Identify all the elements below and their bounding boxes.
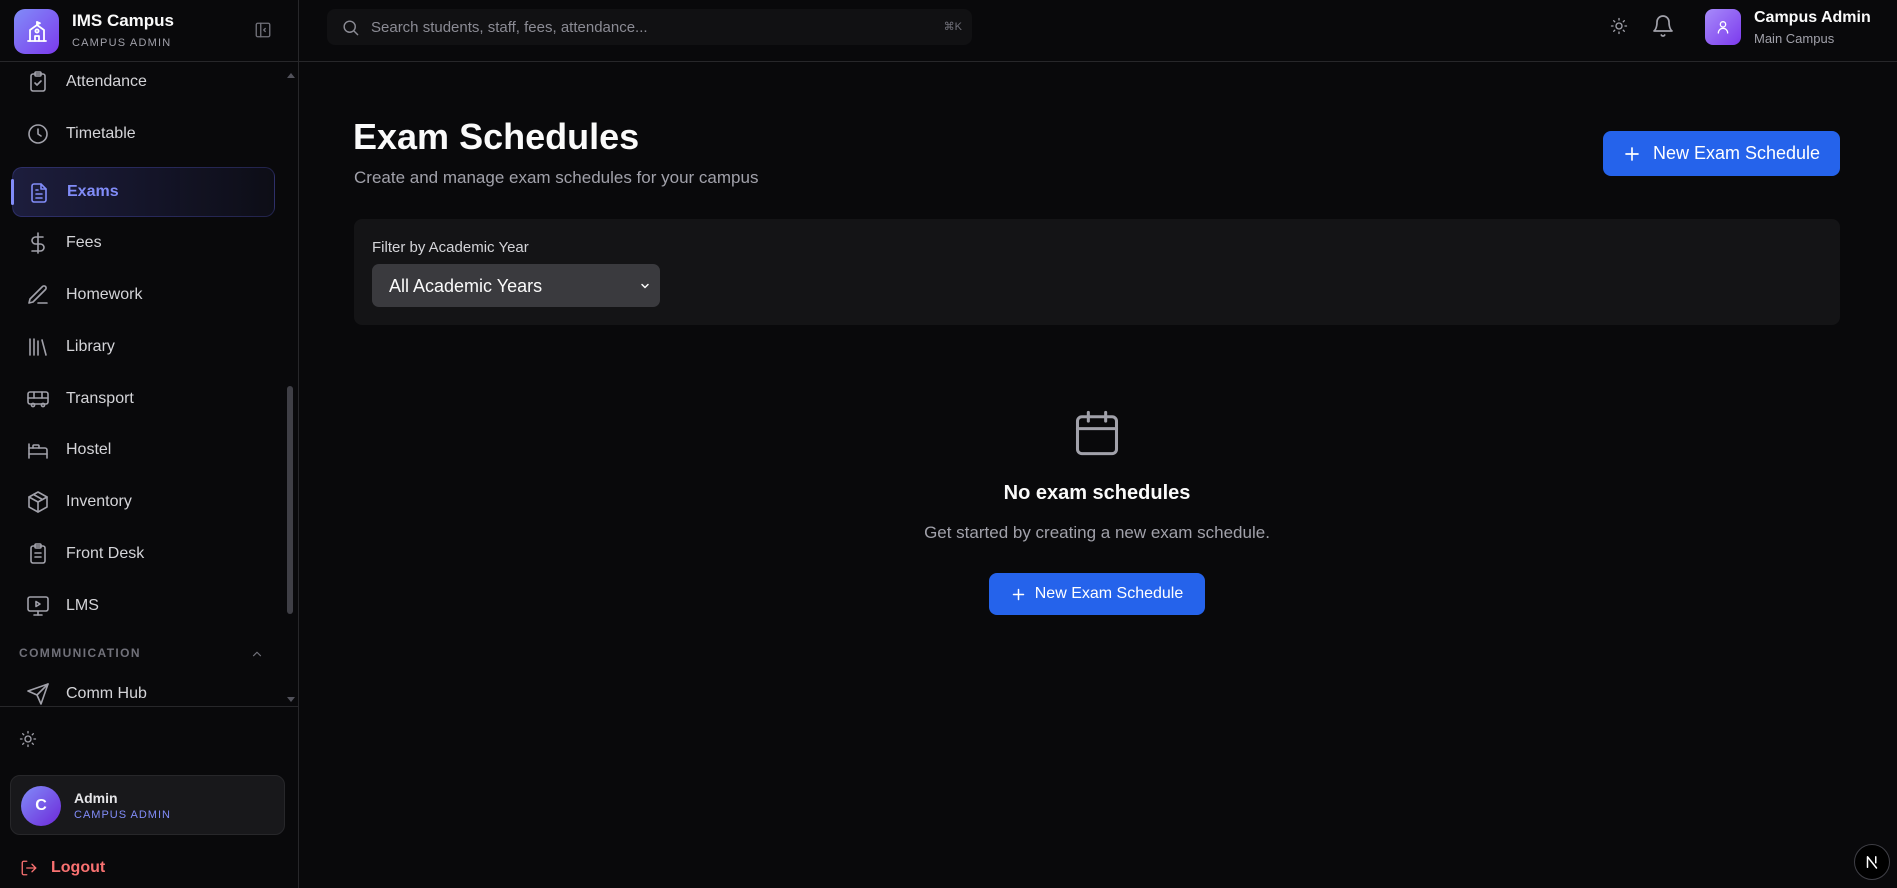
bell-icon[interactable]	[1651, 14, 1675, 38]
brand-header: IMS Campus CAMPUS ADMIN	[0, 0, 298, 62]
profile-role: CAMPUS ADMIN	[74, 809, 171, 821]
plus-icon	[1623, 145, 1641, 163]
sidebar-item-label: Timetable	[66, 125, 136, 142]
send-icon	[26, 682, 50, 705]
sidebar-item-hostel[interactable]: Hostel	[12, 425, 275, 475]
pen-icon	[26, 283, 50, 307]
bed-icon	[26, 438, 50, 462]
logout-label: Logout	[51, 859, 106, 876]
chevron-up-icon[interactable]	[250, 647, 264, 661]
sidebar-item-label: Fees	[66, 234, 102, 251]
page-subtitle: Create and manage exam schedules for you…	[354, 168, 759, 187]
sidebar-item-label: Front Desk	[66, 545, 145, 562]
plus-icon	[1011, 587, 1026, 602]
sidebar-item-label: Inventory	[66, 493, 132, 510]
file-text-icon	[27, 181, 51, 205]
search-input[interactable]	[371, 9, 891, 45]
sidebar-item-inventory[interactable]: Inventory	[12, 477, 275, 527]
nextjs-devtools-icon[interactable]	[1854, 844, 1890, 880]
user-name[interactable]: Campus Admin	[1754, 9, 1871, 27]
sun-icon[interactable]	[19, 730, 37, 748]
user-campus: Main Campus	[1754, 31, 1835, 46]
sidebar-item-homework[interactable]: Homework	[12, 270, 275, 320]
calendar-icon	[1071, 406, 1123, 460]
profile-name: Admin	[74, 790, 118, 806]
clipboard-check-icon	[26, 70, 50, 94]
scrollbar-up-arrow[interactable]	[287, 73, 295, 78]
sidebar: IMS Campus CAMPUS ADMIN Attendance Timet…	[0, 0, 299, 888]
clipboard-list-icon	[26, 542, 50, 566]
clock-icon	[26, 122, 50, 146]
button-label: New Exam Schedule	[1034, 585, 1184, 602]
sidebar-item-attendance[interactable]: Attendance	[12, 63, 275, 107]
profile-card[interactable]: C Admin CAMPUS ADMIN	[10, 775, 285, 835]
sidebar-item-front-desk[interactable]: Front Desk	[12, 529, 275, 579]
sidebar-scrollbar-thumb[interactable]	[287, 386, 293, 614]
sidebar-item-label: Attendance	[66, 73, 147, 90]
search-icon	[341, 18, 360, 37]
sidebar-item-label: Comm Hub	[66, 685, 147, 702]
avatar: C	[21, 786, 61, 826]
brand-role: CAMPUS ADMIN	[72, 37, 172, 49]
monitor-play-icon	[26, 594, 50, 618]
sidebar-item-lms[interactable]: LMS	[12, 581, 275, 631]
search-box[interactable]: ⌘K	[327, 9, 972, 45]
academic-year-value: All Academic Years	[389, 276, 543, 296]
brand-name: IMS Campus	[72, 11, 175, 30]
academic-year-select[interactable]: All Academic Years	[372, 264, 660, 307]
filter-label: Filter by Academic Year	[372, 239, 529, 256]
new-exam-schedule-button[interactable]: New Exam Schedule	[1603, 131, 1840, 176]
user-avatar[interactable]	[1705, 9, 1741, 45]
filter-card: Filter by Academic Year All Academic Yea…	[354, 219, 1840, 325]
library-icon	[26, 335, 50, 359]
sidebar-nav: Attendance Timetable Exams Fees Homework	[0, 63, 298, 705]
bus-icon	[26, 387, 50, 411]
search-shortcut: ⌘K	[943, 21, 962, 33]
scrollbar-down-arrow[interactable]	[287, 697, 295, 702]
sidebar-divider	[0, 706, 298, 707]
sidebar-item-label: LMS	[66, 597, 99, 614]
page-title: Exam Schedules	[353, 116, 640, 157]
sidebar-item-label: Homework	[66, 286, 143, 303]
sidebar-item-transport[interactable]: Transport	[12, 374, 275, 424]
school-logo-icon	[14, 9, 59, 54]
sidebar-item-exams[interactable]: Exams	[11, 167, 275, 217]
logout-button[interactable]: Logout	[20, 858, 105, 878]
sidebar-item-comm-hub[interactable]: Comm Hub	[12, 669, 275, 705]
sidebar-collapse-icon[interactable]	[254, 21, 274, 41]
chevron-down-icon	[639, 280, 651, 292]
section-header-communication[interactable]: COMMUNICATION	[19, 646, 141, 660]
sidebar-item-library[interactable]: Library	[12, 322, 275, 372]
sidebar-item-label: Hostel	[66, 441, 112, 458]
dollar-icon	[26, 231, 50, 255]
sidebar-item-timetable[interactable]: Timetable	[12, 109, 275, 159]
sidebar-item-label: Transport	[66, 390, 134, 407]
sidebar-item-label: Exams	[67, 183, 119, 200]
top-bar: ⌘K Campus Admin Main Campus	[299, 0, 1897, 62]
empty-state-new-exam-schedule-button[interactable]: New Exam Schedule	[989, 573, 1205, 615]
package-icon	[26, 490, 50, 514]
logout-icon	[20, 859, 38, 877]
sidebar-item-fees[interactable]: Fees	[12, 218, 275, 268]
sun-icon[interactable]	[1610, 17, 1628, 35]
button-label: New Exam Schedule	[1652, 143, 1821, 163]
empty-state-title: No exam schedules	[1003, 482, 1191, 504]
empty-state-subtitle: Get started by creating a new exam sched…	[924, 523, 1270, 542]
sidebar-item-label: Library	[66, 338, 115, 355]
user-icon	[1715, 19, 1731, 35]
